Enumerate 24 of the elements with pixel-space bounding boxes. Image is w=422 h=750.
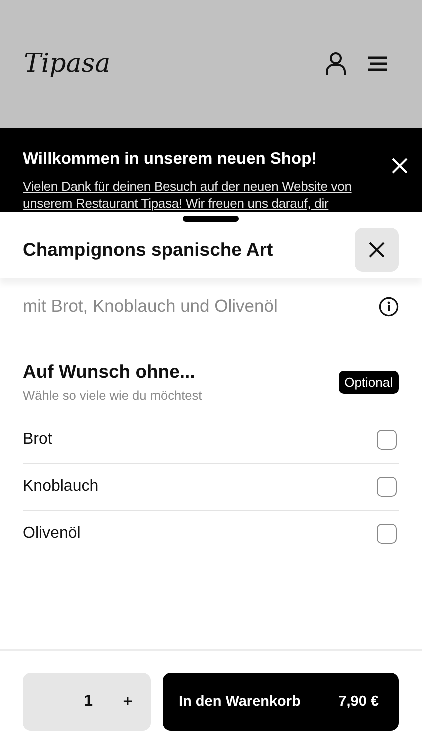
quantity-stepper[interactable]: 1 +: [23, 673, 151, 731]
checkbox[interactable]: [377, 524, 397, 544]
info-icon[interactable]: [379, 296, 399, 316]
close-button[interactable]: [355, 228, 399, 272]
group-title: Auf Wunsch ohne...: [23, 361, 196, 383]
banner-title: Willkommen in unserem neuen Shop!: [23, 150, 318, 169]
menu-icon[interactable]: [367, 56, 388, 72]
close-icon[interactable]: [369, 242, 385, 258]
checkbox[interactable]: [377, 430, 397, 450]
user-icon[interactable]: [325, 52, 347, 76]
sheet-title: Champignons spanische Art: [23, 239, 274, 261]
drag-handle[interactable]: [183, 216, 239, 222]
product-description: mit Brot, Knoblauch und Olivenöl: [23, 296, 279, 317]
banner-text: Vielen Dank für deinen Besuch auf der neuen Website von unserem Restaurant Tipasa! Wir freuen uns darauf, dir: [23, 178, 353, 212]
checkbox[interactable]: [377, 477, 397, 497]
logo[interactable]: Tipasa: [24, 49, 325, 79]
optional-badge: Optional: [338, 370, 399, 394]
increment-button[interactable]: +: [123, 692, 133, 712]
option-label: Olivenöl: [23, 525, 82, 543]
quantity-value: 1: [84, 693, 94, 711]
option-label: Knoblauch: [23, 478, 100, 496]
group-subtitle: Wähle so viele wie du möchtest: [23, 388, 204, 403]
option-label: Brot: [23, 431, 54, 449]
add-to-cart-button[interactable]: In den Warenkorb 7,90 €: [163, 673, 399, 731]
